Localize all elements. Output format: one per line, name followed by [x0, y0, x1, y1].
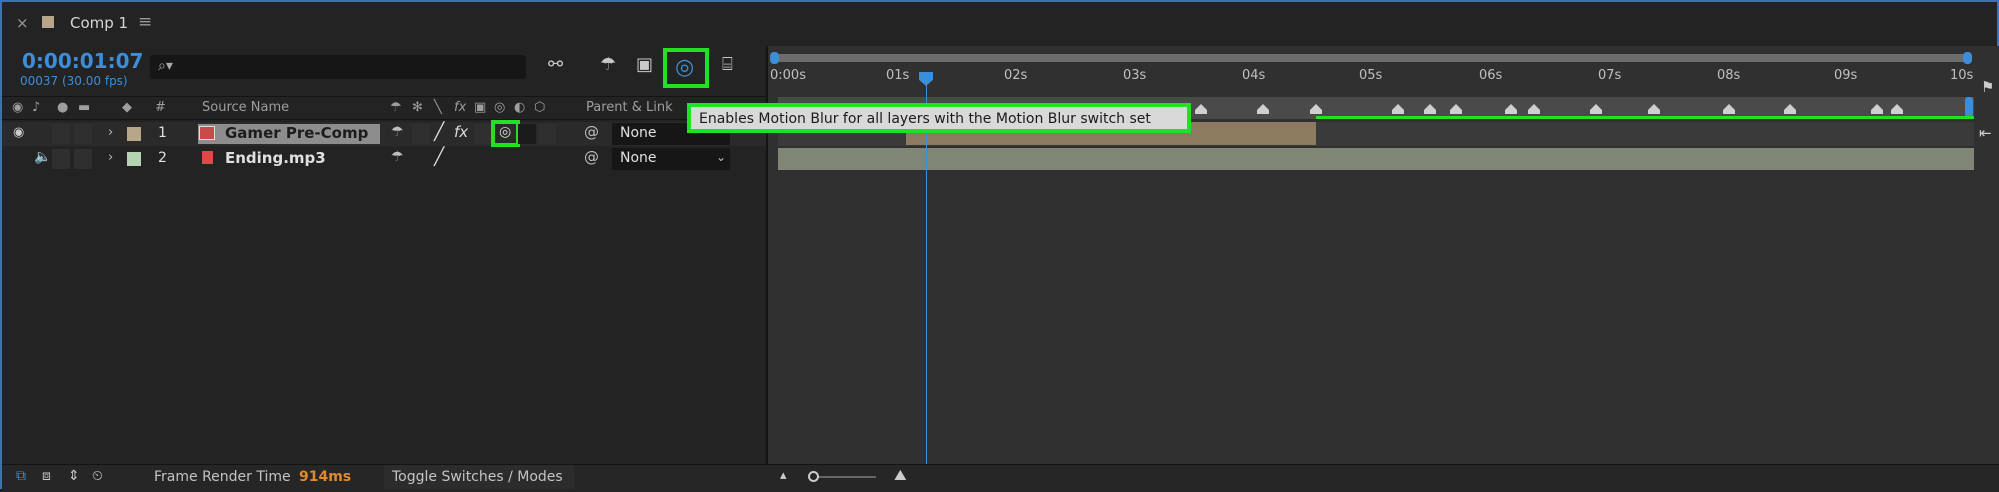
quality-switch-icon[interactable]: ╱	[434, 122, 444, 142]
work-area-end-handle[interactable]	[1963, 52, 1972, 64]
parent-value: None	[620, 125, 657, 141]
header-divider	[2, 96, 768, 97]
comp-color-swatch	[42, 16, 54, 28]
solo-cell[interactable]	[52, 124, 70, 144]
motion-blur-toggle[interactable]: ◎	[663, 48, 709, 88]
in-out-controls-icon[interactable]: ⇕	[68, 468, 80, 484]
video-switch-header-icon: ◉	[12, 100, 24, 115]
end-marker-handle[interactable]	[1965, 97, 1973, 117]
parent-link-header[interactable]: Parent & Link	[586, 100, 673, 115]
expand-chevron-icon[interactable]: ›	[108, 150, 113, 165]
work-area-start-handle[interactable]	[770, 52, 779, 64]
ruler-tick-label: 07s	[1598, 68, 1622, 83]
ruler-tick-label: 08s	[1717, 68, 1741, 83]
shy-switch-icon[interactable]: ☂	[391, 149, 404, 165]
search-input[interactable]: ⌕▾	[150, 55, 526, 79]
audio-duration-bar[interactable]	[778, 148, 1974, 170]
ruler-tick-label: 10s	[1950, 68, 1974, 83]
quality-switch-icon[interactable]: ╱	[434, 147, 444, 167]
zoom-in-icon[interactable]: ⛰	[894, 466, 907, 484]
highlight-underline	[1316, 116, 1974, 119]
solo-header-icon: ●	[57, 100, 69, 115]
ruler-tick-label: 04s	[1242, 68, 1266, 83]
work-area-bar[interactable]	[775, 54, 1970, 62]
chevron-down-icon: ⌄	[716, 150, 727, 164]
collapse-switch-header-icon: ✻	[412, 100, 423, 115]
motion-blur-switch-icon[interactable]: ◎	[499, 124, 511, 140]
ruler-tick-label: 02s	[1004, 68, 1028, 83]
motion-blur-icon: ◎	[675, 55, 695, 80]
comp-tab-title[interactable]: Comp 1	[70, 14, 128, 32]
audio-speaker-icon[interactable]: 🔈	[34, 149, 51, 165]
frame-count: 00037 (30.00 fps)	[20, 74, 128, 88]
frame-blend-icon[interactable]: ▣	[636, 54, 653, 75]
shy-switch-icon[interactable]: ☂	[391, 124, 404, 140]
ruler-tick-label: 0:00s	[770, 68, 806, 83]
lock-cell[interactable]	[74, 124, 92, 144]
draft-3d-icon[interactable]: ⚯	[548, 54, 563, 75]
layer-label-color[interactable]	[127, 152, 141, 166]
parent-select[interactable]: None ⌄	[612, 148, 730, 170]
comp-button-icon[interactable]: ⇤	[1979, 124, 1992, 142]
adjustment-switch-header-icon: ◐	[514, 100, 526, 115]
3d-switch[interactable]	[538, 124, 556, 144]
adjustment-switch[interactable]	[518, 124, 536, 144]
lock-header-icon: ▬	[78, 100, 91, 115]
frame-render-label: Frame Render Time	[154, 469, 291, 485]
quality-switch-header-icon: ╲	[434, 100, 442, 115]
3d-switch-header-icon: ⬡	[534, 100, 546, 115]
ruler-tick-label: 01s	[886, 68, 910, 83]
motion-blur-tooltip: Enables Motion Blur for all layers with …	[687, 103, 1191, 133]
shy-switch-header-icon: ☂	[390, 100, 402, 115]
layer-number: 1	[158, 125, 167, 141]
video-eye-icon[interactable]: ◉	[13, 125, 24, 140]
shy-icon[interactable]: ☂	[600, 54, 616, 75]
frame-render-value: 914ms	[299, 469, 352, 485]
search-icon: ⌕▾	[158, 58, 173, 74]
current-timecode[interactable]: 0:00:01:07	[22, 49, 143, 73]
graph-editor-icon[interactable]: ⌸	[722, 54, 733, 75]
collapse-switch[interactable]	[412, 124, 430, 144]
tab-close-icon[interactable]: ×	[16, 14, 29, 32]
motion-blur-switch-header-icon: ◎	[494, 100, 506, 115]
layer-label-color[interactable]	[127, 127, 141, 141]
timeline-panel: × Comp 1 ≡ 0:00:01:07 00037 (30.00 fps) …	[0, 0, 1999, 492]
layer-number: 2	[158, 150, 167, 166]
toggle-switches-modes-button[interactable]: Toggle Switches / Modes	[384, 465, 574, 489]
label-header-icon: ◆	[122, 100, 132, 115]
ruler-tick-label: 06s	[1479, 68, 1503, 83]
playhead-line[interactable]	[926, 72, 927, 491]
comp-marker-bin-icon[interactable]: ⚑	[1981, 78, 1994, 96]
frame-blend-switch-header-icon: ▣	[474, 100, 487, 115]
solo-cell[interactable]	[52, 149, 70, 169]
layer-number-header: #	[155, 100, 166, 115]
transfer-controls-icon[interactable]: ⧈	[42, 468, 51, 484]
tab-menu-icon[interactable]: ≡	[138, 12, 152, 32]
frame-blend-switch[interactable]	[474, 124, 492, 144]
ruler-tick-label: 05s	[1359, 68, 1383, 83]
header-bottom-divider	[2, 119, 768, 120]
effect-switch-header-icon: fx	[454, 100, 467, 115]
ruler-tick-label: 03s	[1123, 68, 1147, 83]
source-name-header[interactable]: Source Name	[202, 100, 289, 115]
lock-cell[interactable]	[74, 149, 92, 169]
pick-whip-icon[interactable]: @	[584, 123, 599, 141]
layer-name[interactable]: Ending.mp3	[225, 149, 326, 167]
pick-whip-icon[interactable]: @	[584, 148, 599, 166]
parent-value: None	[620, 150, 657, 166]
layer-name[interactable]: Gamer Pre-Comp	[225, 124, 368, 142]
layer-switches-icon[interactable]: ⧉	[16, 468, 26, 484]
precomp-icon	[199, 126, 215, 140]
expand-chevron-icon[interactable]: ›	[108, 125, 113, 140]
effect-switch-icon[interactable]: fx	[454, 123, 468, 141]
audio-header-icon: ♪	[32, 100, 41, 115]
zoom-slider-thumb[interactable]	[808, 471, 819, 482]
audio-file-icon	[202, 151, 213, 164]
ruler-tick-label: 09s	[1834, 68, 1858, 83]
zoom-out-icon[interactable]: ▴	[780, 468, 787, 483]
render-time-icon[interactable]: ⏲	[92, 468, 103, 484]
